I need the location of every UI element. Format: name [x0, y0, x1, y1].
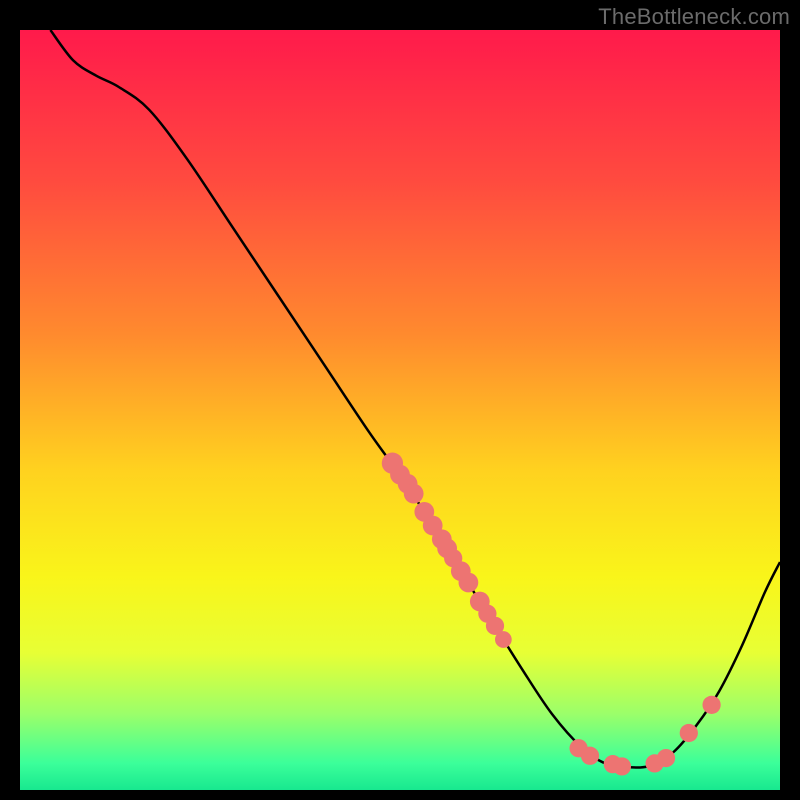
chart-svg: [20, 30, 780, 790]
chart-container: TheBottleneck.com: [0, 0, 800, 800]
data-point: [657, 749, 675, 767]
attribution-label: TheBottleneck.com: [598, 4, 790, 30]
data-point: [680, 724, 698, 742]
data-point: [613, 757, 631, 775]
data-point: [459, 573, 479, 593]
data-point: [581, 747, 599, 765]
gradient-background: [20, 30, 780, 790]
plot-area: [20, 30, 780, 790]
data-point: [702, 696, 720, 714]
data-point: [495, 631, 512, 648]
data-point: [404, 484, 424, 504]
